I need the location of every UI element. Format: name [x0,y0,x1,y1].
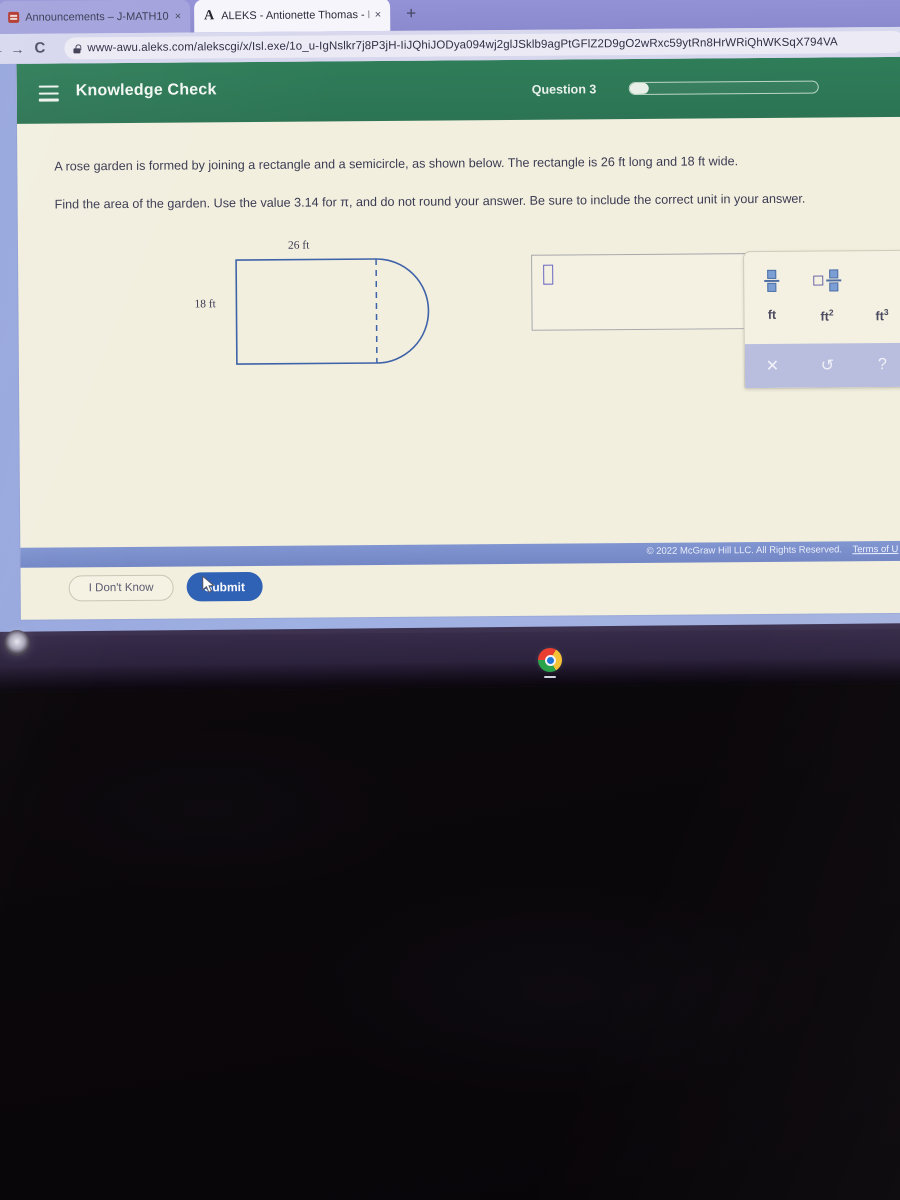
browser-tab-aleks[interactable]: A ALEKS - Antionette Thomas - Kn × [194,0,391,33]
address-bar-url: www-awu.aleks.com/alekscgi/x/Isl.exe/1o_… [87,36,838,55]
aleks-app-panel: Knowledge Check Question 3 A rose garden… [16,56,900,620]
lock-icon [73,44,80,53]
page-title: Knowledge Check [75,81,217,100]
math-tool-palette: ft ft2 ft3 ✕ ↺ ? [743,249,900,390]
screenshot-root: Announcements – J-MATH1010 × A ALEKS - A… [0,0,900,1200]
garden-figure: 26 ft 18 ft [178,238,459,385]
divider-dashed-line [375,259,378,364]
back-icon[interactable]: ← [0,41,4,57]
app-header: Knowledge Check Question 3 [16,56,900,124]
answer-input[interactable] [531,253,752,331]
mixed-number-button[interactable] [799,259,854,301]
unit-ft2-exponent: 2 [828,307,834,318]
terms-of-use-link[interactable]: Terms of U [852,544,898,555]
progress-bar-fill [629,82,649,95]
close-icon[interactable]: × [175,10,182,22]
address-bar[interactable]: www-awu.aleks.com/alekscgi/x/Isl.exe/1o_… [64,30,900,60]
garden-outline [235,258,430,365]
fraction-button[interactable] [744,260,799,302]
tab-title: Announcements – J-MATH1010 [25,10,169,24]
forward-icon[interactable]: → [10,41,24,57]
undo-button[interactable]: ↺ [800,355,855,375]
question-text-line2: Find the area of the garden. Use the val… [54,191,806,212]
aleks-a-icon: A [204,7,215,23]
clear-button[interactable]: ✕ [745,356,800,376]
chrome-active-indicator [544,676,556,678]
hamburger-icon[interactable] [38,85,59,102]
help-button[interactable]: ? [855,356,900,374]
mixed-number-icon [812,269,841,292]
camera-led [4,630,30,656]
browser-tab-announcements[interactable]: Announcements – J-MATH1010 × [0,0,191,34]
unit-ft2-button[interactable]: ft2 [799,307,854,339]
unit-ft-button[interactable]: ft [744,308,799,340]
figure-label-width: 18 ft [194,298,216,311]
chrome-icon[interactable] [538,648,562,672]
progress-bar [628,80,819,96]
submit-button[interactable]: Submit [186,571,263,602]
screen-glare [0,690,900,1200]
unit-ft3-exponent: 3 [883,306,889,318]
close-icon[interactable]: × [375,8,382,20]
desktop-dock [0,623,900,692]
footer-text: © 2022 McGraw Hill LLC. All Rights Reser… [647,544,899,557]
question-text-line1: A rose garden is formed by joining a rec… [54,154,739,174]
tab-title: ALEKS - Antionette Thomas - Kn [221,8,369,22]
new-tab-button[interactable]: + [400,4,422,26]
dont-know-button[interactable]: I Don't Know [68,574,174,602]
palette-spacer [854,259,900,301]
unit-ft3-button[interactable]: ft3 [854,307,900,339]
figure-label-length: 26 ft [287,239,310,252]
copyright-text: © 2022 McGraw Hill LLC. All Rights Reser… [646,544,843,557]
chrome-browser-window: Announcements – J-MATH1010 × A ALEKS - A… [0,0,900,636]
announcement-icon [7,11,19,23]
fraction-icon [764,269,780,293]
palette-action-bar: ✕ ↺ ? [744,342,900,389]
empty-entry-box [543,264,554,285]
question-counter: Question 3 [531,82,597,97]
figure-svg [235,258,430,365]
reload-icon[interactable]: C [34,40,45,57]
